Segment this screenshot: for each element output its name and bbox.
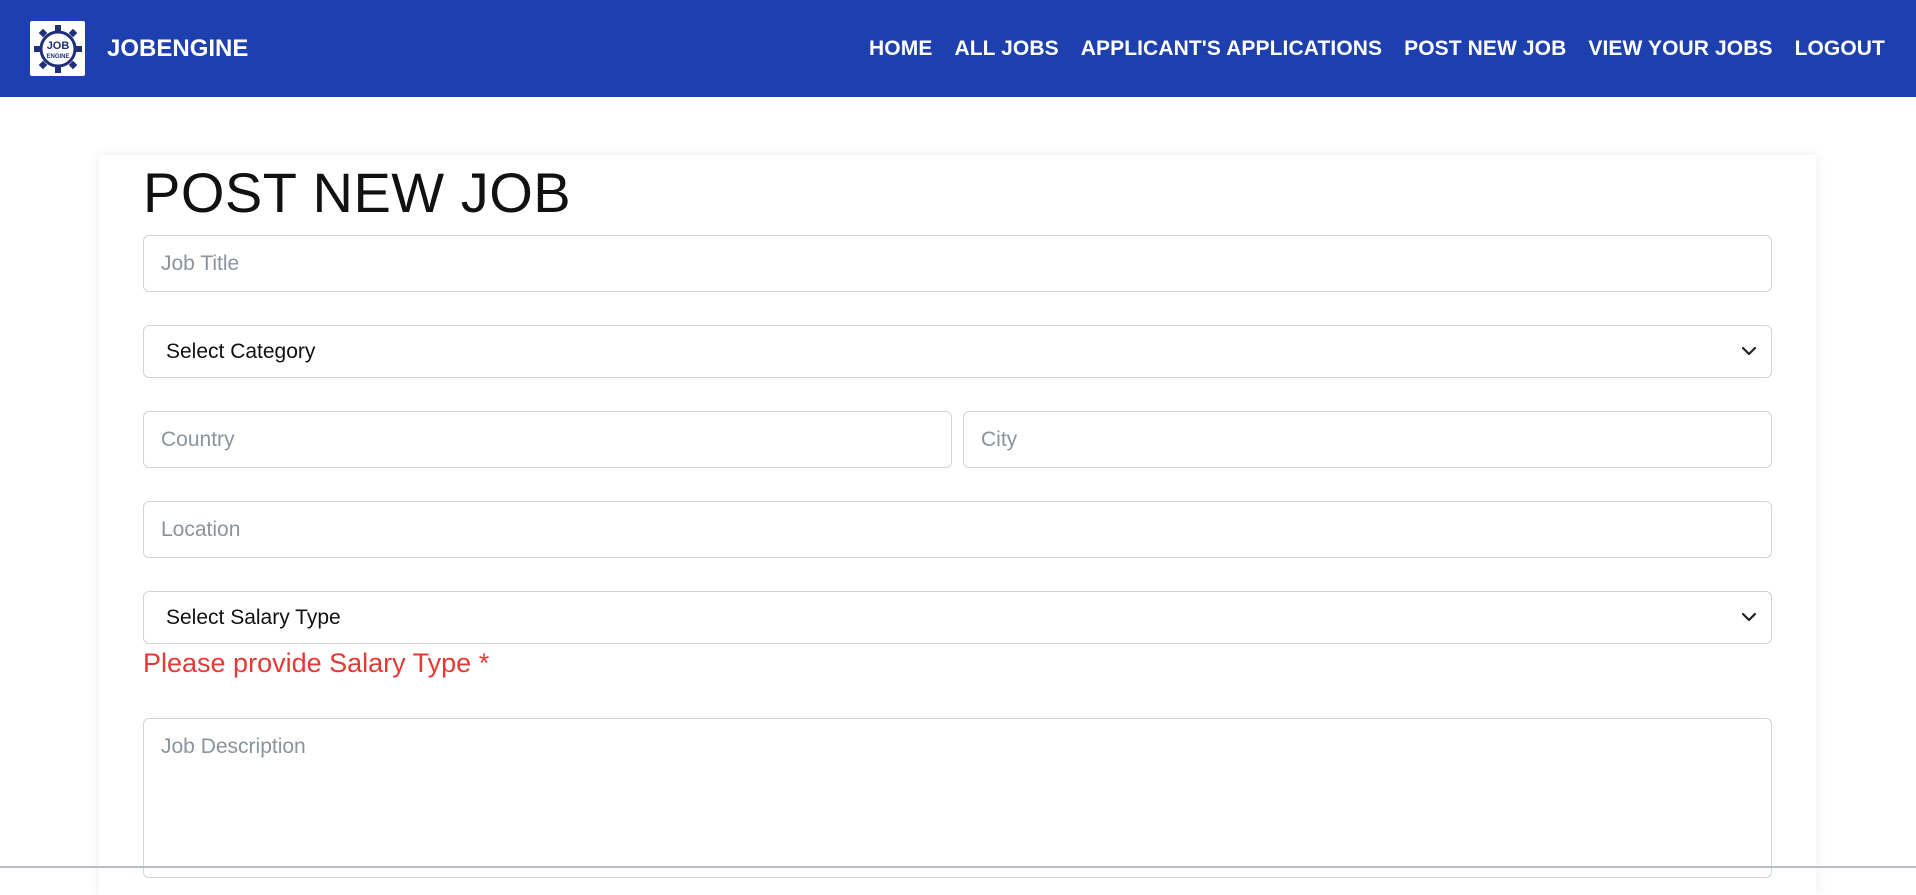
nav-link-all-jobs[interactable]: ALL JOBS: [954, 37, 1058, 61]
gear-logo-icon: JOB ENGINE: [33, 24, 82, 73]
country-input[interactable]: [143, 411, 952, 468]
category-select[interactable]: Select Category: [143, 325, 1772, 378]
nav-links: HOME ALL JOBS APPLICANT'S APPLICATIONS P…: [869, 0, 1885, 97]
salary-type-select-value: Select Salary Type: [166, 605, 341, 629]
nav-link-logout[interactable]: LOGOUT: [1795, 37, 1885, 61]
salary-type-select[interactable]: Select Salary Type: [143, 591, 1772, 644]
chevron-down-icon: [1741, 346, 1757, 356]
page-title: POST NEW JOB: [143, 161, 572, 224]
city-input[interactable]: [963, 411, 1772, 468]
chevron-down-icon: [1741, 612, 1757, 622]
salary-type-error: Please provide Salary Type *: [143, 648, 490, 678]
svg-text:ENGINE: ENGINE: [46, 54, 69, 60]
logo: JOB ENGINE: [30, 21, 85, 76]
location-input[interactable]: [143, 501, 1772, 558]
brand-name[interactable]: JOBENGINE: [107, 35, 248, 63]
svg-text:JOB: JOB: [46, 40, 69, 52]
job-description-textarea[interactable]: [143, 718, 1772, 878]
brand[interactable]: JOB ENGINE JOBENGINE: [30, 21, 248, 76]
nav-link-post-new-job[interactable]: POST NEW JOB: [1404, 37, 1566, 61]
nav-link-view-your-jobs[interactable]: VIEW YOUR JOBS: [1588, 37, 1772, 61]
top-navbar: JOB ENGINE JOBENGINE HOME ALL JOBS APPLI…: [0, 0, 1916, 97]
job-title-input[interactable]: [143, 235, 1772, 292]
category-select-value: Select Category: [166, 339, 316, 363]
nav-link-home[interactable]: HOME: [869, 37, 932, 61]
nav-link-applicants-applications[interactable]: APPLICANT'S APPLICATIONS: [1081, 37, 1382, 61]
